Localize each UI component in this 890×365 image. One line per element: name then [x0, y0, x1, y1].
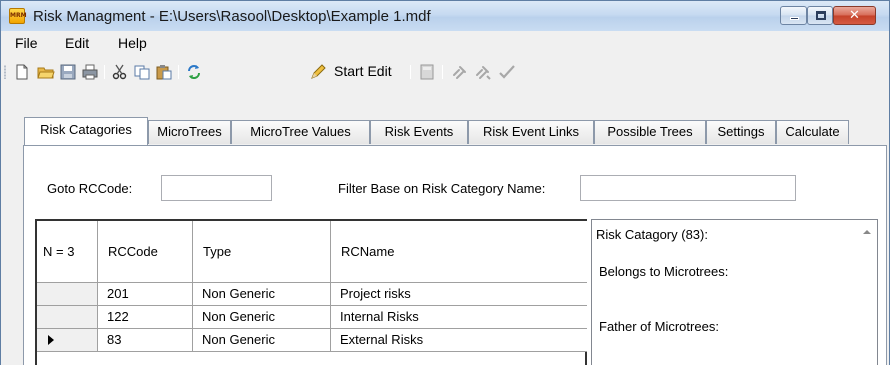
cell-rcname[interactable]: Internal Risks: [331, 306, 587, 329]
goto-rccode-label: Goto RCCode:: [47, 181, 133, 196]
new-icon[interactable]: [13, 63, 31, 81]
goto-rccode-input[interactable]: [161, 175, 272, 201]
tab-possible-trees[interactable]: Possible Trees: [594, 120, 706, 144]
tab-risk-event-links[interactable]: Risk Event Links: [468, 120, 594, 144]
cell-rccode[interactable]: 83: [98, 329, 193, 352]
print-icon[interactable]: [81, 63, 99, 81]
menu-file[interactable]: File: [15, 35, 38, 51]
toolbar-separator: [104, 65, 105, 79]
risk-category-grid[interactable]: N = 3 RCCode Type RCName 201 Non Generic…: [35, 219, 587, 365]
row-header[interactable]: [37, 306, 98, 329]
filter-name-input[interactable]: [580, 175, 796, 201]
toolbar-separator: [442, 65, 443, 79]
maximize-icon: [816, 11, 826, 20]
tab-risk-catagories[interactable]: Risk Catagories: [24, 117, 148, 145]
save-icon[interactable]: [59, 63, 77, 81]
belongs-to-label: Belongs to Microtrees:: [599, 264, 729, 279]
paste-icon[interactable]: [155, 63, 173, 81]
tab-microtrees[interactable]: MicroTrees: [148, 120, 231, 144]
close-icon: ✕: [849, 8, 860, 23]
tab-microtree-values[interactable]: MicroTree Values: [231, 120, 370, 144]
menu-edit[interactable]: Edit: [65, 35, 89, 51]
cell-type[interactable]: Non Generic: [193, 283, 331, 306]
minimize-button[interactable]: [780, 6, 807, 25]
cell-rccode[interactable]: 201: [98, 283, 193, 306]
tab-settings[interactable]: Settings: [706, 120, 776, 144]
title-bar[interactable]: MRM Risk Managment - E:\Users\Rasool\Des…: [1, 1, 889, 31]
link-icon[interactable]: [451, 63, 469, 81]
row-count-header: N = 3: [37, 221, 98, 283]
tab-risk-events[interactable]: Risk Events: [370, 120, 468, 144]
menu-bar: File Edit Help: [1, 31, 889, 57]
close-button[interactable]: ✕: [833, 6, 876, 25]
check-icon[interactable]: [498, 63, 516, 81]
cell-rccode[interactable]: 122: [98, 306, 193, 329]
column-header-rccode[interactable]: RCCode: [98, 221, 193, 283]
menu-help[interactable]: Help: [118, 35, 147, 51]
pencil-icon: [311, 64, 326, 79]
filter-name-label: Filter Base on Risk Category Name:: [338, 181, 546, 196]
maximize-button[interactable]: [807, 6, 833, 25]
cut-icon[interactable]: [111, 63, 129, 81]
unlink-icon[interactable]: [474, 63, 492, 81]
toolbar-grip[interactable]: [4, 65, 6, 79]
current-row-arrow-icon: [48, 335, 54, 345]
calculator-icon[interactable]: [418, 63, 436, 81]
minimize-icon: [790, 17, 799, 20]
info-title: Risk Catagory (83):: [596, 227, 708, 242]
cell-rcname[interactable]: Project risks: [331, 283, 587, 306]
refresh-icon[interactable]: [185, 63, 203, 81]
tab-calculate[interactable]: Calculate: [776, 120, 849, 144]
row-header[interactable]: [37, 283, 98, 306]
column-header-rcname[interactable]: RCName: [331, 221, 587, 283]
risk-category-info-panel[interactable]: Risk Catagory (83): Belongs to Microtree…: [591, 219, 878, 365]
window-title: Risk Managment - E:\Users\Rasool\Desktop…: [33, 8, 431, 25]
open-folder-icon[interactable]: [37, 63, 55, 81]
app-icon[interactable]: MRM: [9, 8, 27, 24]
main-window: MRM Risk Managment - E:\Users\Rasool\Des…: [0, 0, 890, 365]
column-header-type[interactable]: Type: [193, 221, 331, 283]
cell-type[interactable]: Non Generic: [193, 329, 331, 352]
cell-type[interactable]: Non Generic: [193, 306, 331, 329]
start-edit-label: Start Edit: [334, 63, 392, 79]
toolbar-separator: [178, 65, 179, 79]
toolbar-separator: [410, 65, 411, 79]
tab-strip: Risk Catagories MicroTrees MicroTree Val…: [1, 87, 889, 147]
scroll-up-icon[interactable]: [863, 230, 871, 234]
father-of-label: Father of Microtrees:: [599, 319, 719, 334]
start-edit-button[interactable]: Start Edit: [303, 62, 403, 82]
cell-rcname[interactable]: External Risks: [331, 329, 587, 352]
toolbar: Start Edit: [1, 57, 889, 87]
copy-icon[interactable]: [133, 63, 151, 81]
row-header[interactable]: [37, 329, 98, 352]
